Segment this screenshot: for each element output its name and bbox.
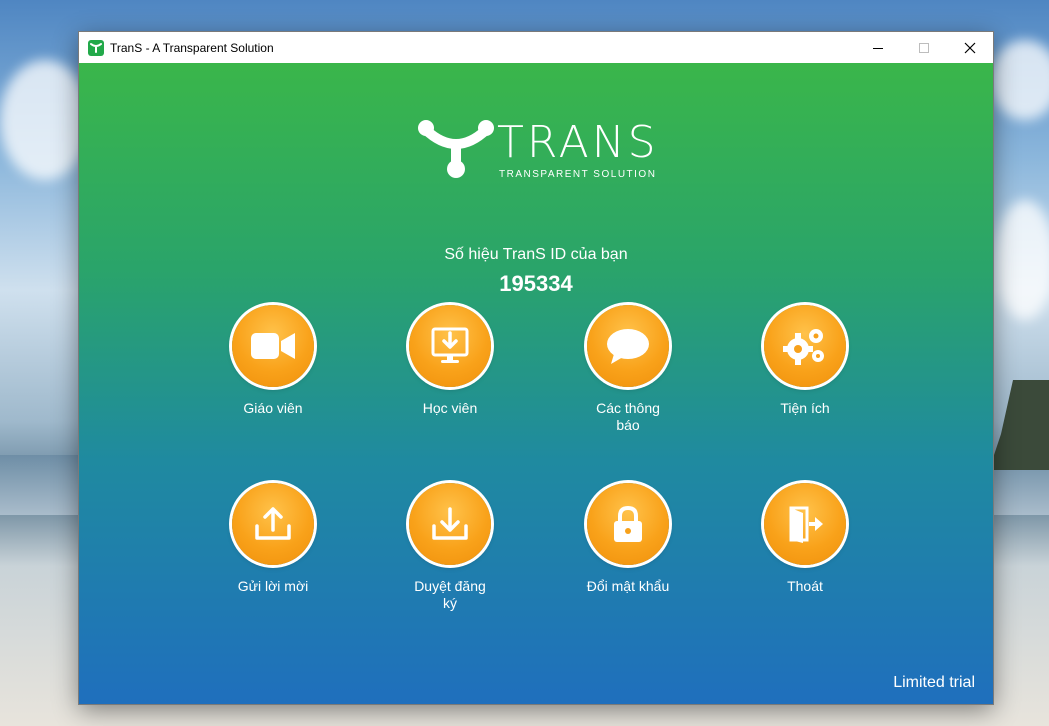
trans-id-value: 195334 — [499, 271, 573, 296]
chat-bubble-icon — [587, 305, 669, 387]
video-camera-icon — [232, 305, 314, 387]
trans-logo-mark-icon — [418, 120, 494, 178]
student-label: Học viên — [422, 400, 478, 416]
main-panel: TRANS TRANSPARENT SOLUTION Số hiệu TranS… — [79, 63, 993, 704]
license-status: Limited trial — [893, 674, 975, 691]
trans-app-icon — [88, 39, 104, 56]
exit-door-icon — [764, 483, 846, 565]
close-button[interactable] — [947, 32, 993, 63]
monitor-download-icon — [409, 305, 491, 387]
background-cloud — [995, 200, 1049, 320]
send-invite-button[interactable]: Gửi lời mời — [218, 483, 328, 595]
utilities-label: Tiện ích — [780, 400, 830, 416]
exit-button[interactable]: Thoát — [750, 483, 860, 595]
gears-icon — [764, 305, 846, 387]
send-invite-label: Gửi lời mời — [237, 578, 309, 594]
background-cloud — [990, 40, 1049, 120]
background-cloud — [0, 60, 90, 180]
logo-wordmark: TRANS — [497, 117, 659, 168]
teacher-label: Giáo viên — [243, 400, 303, 416]
lock-icon — [587, 483, 669, 565]
notifications-button[interactable]: Các thông báo — [573, 305, 683, 434]
logo-tagline: TRANSPARENT SOLUTION — [499, 169, 657, 180]
trans-id-label: Số hiệu TranS ID của bạn — [444, 246, 628, 263]
window-title: TranS - A Transparent Solution — [110, 40, 274, 55]
utilities-button[interactable]: Tiện ích — [750, 305, 860, 417]
approve-registration-button[interactable]: Duyệt đăng ký — [395, 483, 505, 612]
trans-logo: TRANS TRANSPARENT SOLUTION — [417, 117, 659, 180]
maximize-button[interactable] — [901, 32, 947, 63]
teacher-button[interactable]: Giáo viên — [218, 305, 328, 417]
upload-icon — [232, 483, 314, 565]
exit-label: Thoát — [787, 578, 823, 594]
app-window: TranS - A Transparent Solution TRANS TRA… — [79, 32, 993, 704]
notifications-label: Các thông báo — [596, 400, 660, 433]
minimize-icon — [873, 47, 883, 49]
student-button[interactable]: Học viên — [395, 305, 505, 417]
approve-registration-label: Duyệt đăng ký — [414, 578, 486, 611]
change-password-button[interactable]: Đổi mật khẩu — [573, 483, 683, 595]
maximize-icon — [919, 42, 929, 53]
download-icon — [409, 483, 491, 565]
close-icon — [964, 42, 976, 53]
title-bar[interactable]: TranS - A Transparent Solution — [79, 32, 993, 63]
background-rock — [989, 380, 1049, 470]
minimize-button[interactable] — [855, 32, 901, 63]
change-password-label: Đổi mật khẩu — [586, 578, 670, 594]
